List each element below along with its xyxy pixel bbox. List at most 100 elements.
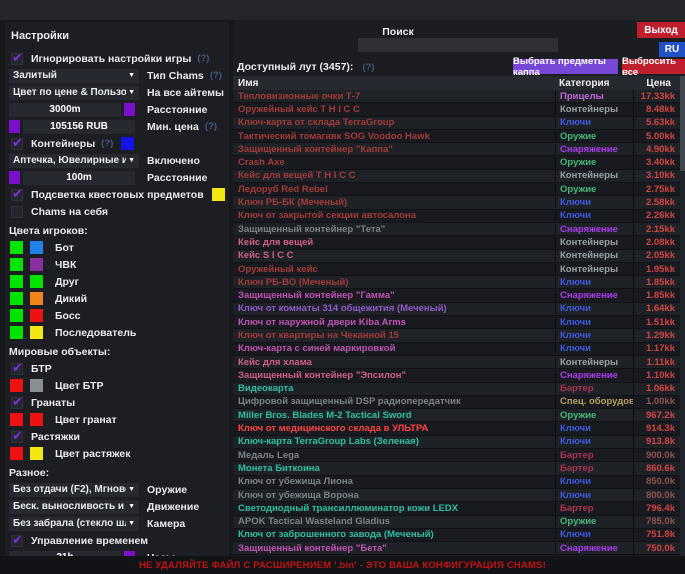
loot-row[interactable]: APOK Tactical Wasteland GladiusОружие785… <box>233 516 685 529</box>
loot-row[interactable]: Монета БиткоинаБартер860.6k <box>233 462 685 475</box>
loot-item-name: Ключ РБ-БК (Меченый) <box>233 197 555 208</box>
loot-row[interactable]: Ключ РБ-ВО (Меченый)Ключи1.85kk <box>233 276 685 289</box>
checkbox-label: Контейнеры <box>31 138 95 150</box>
settings-row: ЧВК <box>9 256 225 273</box>
loot-row[interactable]: Ключ от убежища ЛионаКлючи850.0k <box>233 476 685 489</box>
loot-item-category: Ключи <box>555 303 633 314</box>
checkbox[interactable]: ✔ <box>11 397 23 409</box>
loot-row[interactable]: Ключ-карта TerraGroup Labs (Зеленая)Ключ… <box>233 436 685 449</box>
color-swatch[interactable] <box>10 379 23 392</box>
loot-row[interactable]: Кейс S I C CКонтейнеры2.05kk <box>233 250 685 263</box>
color-swatch[interactable] <box>30 379 43 392</box>
color-swatch[interactable] <box>10 258 23 271</box>
loot-row[interactable]: Защищенный контейнер "Гамма"Снаряжение1.… <box>233 289 685 302</box>
loot-scrollbar[interactable] <box>680 76 685 556</box>
loot-row[interactable]: Защищенный контейнер "Каппа"Снаряжение4.… <box>233 143 685 156</box>
color-swatch[interactable] <box>10 275 23 288</box>
color-swatch[interactable] <box>10 292 23 305</box>
checkbox[interactable]: ✔ <box>11 535 23 547</box>
checkbox[interactable]: ✔ <box>11 189 23 201</box>
color-swatch[interactable] <box>30 275 43 288</box>
color-swatch[interactable] <box>9 120 20 133</box>
loot-row[interactable]: ВидеокартаБартер1.06kk <box>233 383 685 396</box>
loot-item-price: 850.0k <box>633 476 685 488</box>
search-input[interactable] <box>358 38 558 52</box>
chevron-down-icon: ▼ <box>128 486 135 493</box>
color-swatch[interactable] <box>30 292 43 305</box>
color-swatch[interactable] <box>10 326 23 339</box>
dropdown[interactable]: Без забрала (стекло шлема)▼ <box>9 517 139 531</box>
dropdown[interactable]: Беск. выносливость и нет уста▼ <box>9 500 139 514</box>
dropdown[interactable]: Цвет по цене & Пользователь▼ <box>9 86 139 100</box>
color-swatch[interactable] <box>10 241 23 254</box>
color-swatch[interactable] <box>212 188 225 201</box>
select-kappa-items-button[interactable]: Выбрать предметы каппа <box>513 59 618 74</box>
color-swatch[interactable] <box>9 171 20 184</box>
column-header-name[interactable]: Имя <box>233 78 555 89</box>
text-input[interactable]: 105156 RUB <box>23 120 135 134</box>
loot-row[interactable]: Оружейный кейсКонтейнеры1.95kk <box>233 263 685 276</box>
loot-row[interactable]: Тактический томагавк SOG Voodoo HawkОруж… <box>233 130 685 143</box>
hint-icon: (?) <box>101 138 113 149</box>
loot-row[interactable]: Crash AxeОружие3.40kk <box>233 156 685 169</box>
loot-row[interactable]: Светодиодный трансиллюминатор кожи LEDXБ… <box>233 502 685 515</box>
loot-row[interactable]: Защищенный контейнер "Тета"Снаряжение2.1… <box>233 223 685 236</box>
loot-row[interactable]: Ключ от закрытой секции автосалонаКлючи2… <box>233 210 685 223</box>
text-input[interactable]: 3000m <box>9 103 121 117</box>
loot-row[interactable]: Ключ от наружной двери Kiba ArmsКлючи1.5… <box>233 316 685 329</box>
loot-item-price: 751.8k <box>633 529 685 541</box>
checkbox[interactable]: ✔ <box>11 431 23 443</box>
loot-row[interactable]: Цифровой защищенный DSP радиопередатчикС… <box>233 396 685 409</box>
color-swatch[interactable] <box>30 241 43 254</box>
color-pair-label: Цвет БТР <box>55 380 103 392</box>
column-header-category[interactable]: Категория <box>555 78 633 89</box>
loot-row[interactable]: Кейс для вещей T H I C CКонтейнеры3.10kk <box>233 170 685 183</box>
color-swatch[interactable] <box>30 413 43 426</box>
loot-row[interactable]: Ключ-карта от склада TerraGroupКлючи5.63… <box>233 117 685 130</box>
color-swatch[interactable] <box>30 309 43 322</box>
checkbox[interactable] <box>11 206 23 218</box>
color-pair-label: Босс <box>55 310 81 322</box>
loot-row[interactable]: Miller Bros. Blades M-2 Tactical SwordОр… <box>233 409 685 422</box>
color-swatch[interactable] <box>10 413 23 426</box>
loot-item-name: Кейс S I C C <box>233 250 555 261</box>
loot-row[interactable]: Ключ от заброшенного завода (Меченый)Клю… <box>233 529 685 542</box>
color-swatch[interactable] <box>30 258 43 271</box>
color-pair-label: Друг <box>55 276 79 288</box>
loot-row[interactable]: Ключ от комнаты 314 общежития (Меченый)К… <box>233 303 685 316</box>
checkbox[interactable]: ✔ <box>11 53 23 65</box>
loot-row[interactable]: Ключ РБ-БК (Меченый)Ключи2.58kk <box>233 196 685 209</box>
loot-row[interactable]: Ключ от медицинского склада в УЛЬТРАКлюч… <box>233 422 685 435</box>
settings-row: Без забрала (стекло шлема)▼Камера <box>9 515 225 532</box>
text-input[interactable]: 100m <box>23 171 135 185</box>
checkbox[interactable]: ✔ <box>11 138 23 150</box>
loot-row[interactable]: Защищенный контейнер "Эпсилон"Снаряжение… <box>233 369 685 382</box>
loot-row[interactable]: Тепловизионные очки Т-7Прицелы17.33kk <box>233 90 685 103</box>
color-swatch[interactable] <box>30 447 43 460</box>
loot-row[interactable]: Ледоруб Red RebelОружие2.75kk <box>233 183 685 196</box>
scrollbar-thumb[interactable] <box>680 76 685 171</box>
loot-row[interactable]: Ключ-карта с синей маркировкойКлючи1.17k… <box>233 343 685 356</box>
color-swatch[interactable] <box>10 447 23 460</box>
loot-row[interactable]: Медаль LegaБартер900.0k <box>233 449 685 462</box>
loot-row[interactable]: Оружейный кейс T H I C CКонтейнеры8.48kk <box>233 103 685 116</box>
discard-all-button[interactable]: Выбросить все <box>622 59 685 74</box>
hint-icon: (?) <box>197 53 209 64</box>
loot-row[interactable]: Защищенный контейнер "Бета"Снаряжение750… <box>233 542 685 555</box>
color-swatch[interactable] <box>124 103 135 116</box>
column-header-price[interactable]: Цена <box>633 78 685 89</box>
loot-item-price: 800.0k <box>633 489 685 501</box>
loot-row[interactable]: Ключ от убежища ВоронаКлючи800.0k <box>233 489 685 502</box>
color-swatch[interactable] <box>10 309 23 322</box>
checkbox[interactable]: ✔ <box>11 363 23 375</box>
loot-row[interactable]: Ключ от квартиры на Чеканной 15Ключи1.29… <box>233 329 685 342</box>
loot-item-name: Ключ от заброшенного завода (Меченый) <box>233 529 555 540</box>
color-swatch[interactable] <box>30 326 43 339</box>
dropdown[interactable]: Залитый▼ <box>9 69 139 83</box>
loot-row[interactable]: Кейс для хламаКонтейнеры1.11kk <box>233 356 685 369</box>
loot-row[interactable]: Кейс для вещейКонтейнеры2.08kk <box>233 236 685 249</box>
color-swatch[interactable] <box>121 137 134 150</box>
dropdown[interactable]: Без отдачи (F2), Мгновенное п▼ <box>9 483 139 497</box>
dropdown[interactable]: Аптечка, Ювелирные и...▼ <box>9 154 139 168</box>
exit-button[interactable]: Выход <box>637 22 685 38</box>
